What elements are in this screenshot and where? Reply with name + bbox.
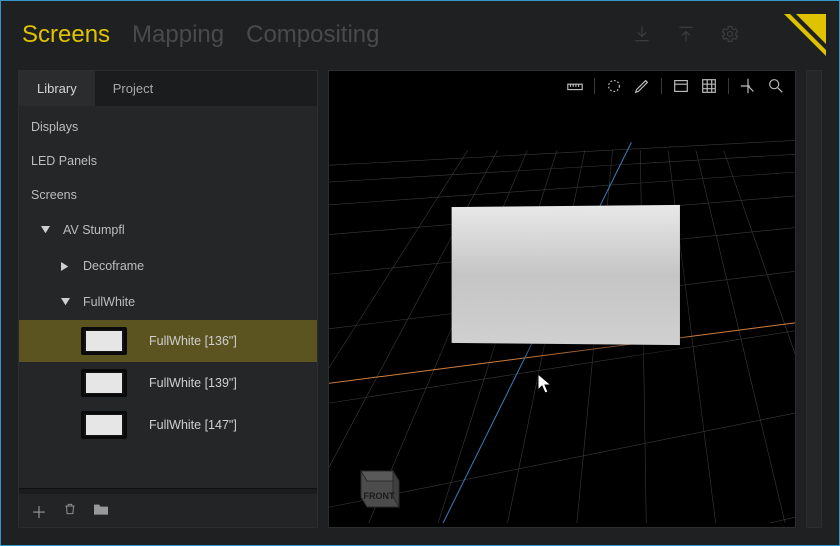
pencil-icon[interactable] xyxy=(633,77,651,95)
tree-vendor-av-stumpfl[interactable]: AV Stumpfl xyxy=(19,212,317,248)
tree-item-label: FullWhite [147"] xyxy=(149,418,237,432)
tree-item-label: FullWhite [136"] xyxy=(149,334,237,348)
tree-label: Decoframe xyxy=(83,259,144,273)
tab-compositing[interactable]: Compositing xyxy=(246,21,379,49)
tree-label: AV Stumpfl xyxy=(63,223,125,237)
chevron-down-icon xyxy=(59,298,71,307)
tree-node-fullwhite[interactable]: FullWhite xyxy=(19,284,317,320)
chevron-down-icon xyxy=(39,226,51,235)
folder-icon[interactable] xyxy=(93,502,109,519)
tree-item-fullwhite-139[interactable]: FullWhite [139"] xyxy=(19,362,317,404)
axis-icon[interactable] xyxy=(739,77,757,95)
right-panel-collapsed[interactable] xyxy=(806,70,822,528)
screen-thumbnail xyxy=(81,327,127,355)
tree-section-displays[interactable]: Displays xyxy=(19,110,317,144)
panel-tab-library[interactable]: Library xyxy=(19,71,95,106)
zoom-icon[interactable] xyxy=(767,77,785,95)
tree-item-fullwhite-147[interactable]: FullWhite [147"] xyxy=(19,404,317,446)
gear-icon[interactable] xyxy=(720,24,740,47)
trash-icon[interactable] xyxy=(63,502,77,519)
svg-text:FRONT: FRONT xyxy=(364,491,395,501)
screen-thumbnail xyxy=(81,411,127,439)
tree-item-fullwhite-136[interactable]: FullWhite [136"] xyxy=(19,320,317,362)
mouse-cursor xyxy=(537,373,555,395)
tab-mapping[interactable]: Mapping xyxy=(132,21,224,49)
app-logo xyxy=(784,14,826,56)
panel-tab-project[interactable]: Project xyxy=(95,71,171,106)
tree-label: FullWhite xyxy=(83,295,135,309)
tree-node-decoframe[interactable]: Decoframe xyxy=(19,248,317,284)
tree-section-led-panels[interactable]: LED Panels xyxy=(19,144,317,178)
main-tabs: Screens Mapping Compositing xyxy=(22,21,380,49)
chevron-right-icon xyxy=(59,262,71,271)
orientation-cube[interactable]: FRONT xyxy=(349,457,405,513)
library-tree: Displays LED Panels Screens AV Stumpfl D… xyxy=(19,106,317,488)
scene-object-screen[interactable] xyxy=(452,205,680,345)
download-icon[interactable] xyxy=(632,24,652,47)
viewport-3d[interactable]: FRONT xyxy=(328,70,796,528)
tree-section-screens[interactable]: Screens xyxy=(19,178,317,212)
grid-icon[interactable] xyxy=(700,77,718,95)
tab-screens[interactable]: Screens xyxy=(22,21,110,49)
snap-icon[interactable] xyxy=(605,77,623,95)
tree-item-label: FullWhite [139"] xyxy=(149,376,237,390)
viewport-toolbar xyxy=(566,77,785,95)
add-icon[interactable]: ＋ xyxy=(31,499,47,523)
library-panel: Library Project Displays LED Panels Scre… xyxy=(18,70,318,528)
screen-thumbnail xyxy=(81,369,127,397)
window-icon[interactable] xyxy=(672,77,690,95)
upload-icon[interactable] xyxy=(676,24,696,47)
ruler-icon[interactable] xyxy=(566,77,584,95)
